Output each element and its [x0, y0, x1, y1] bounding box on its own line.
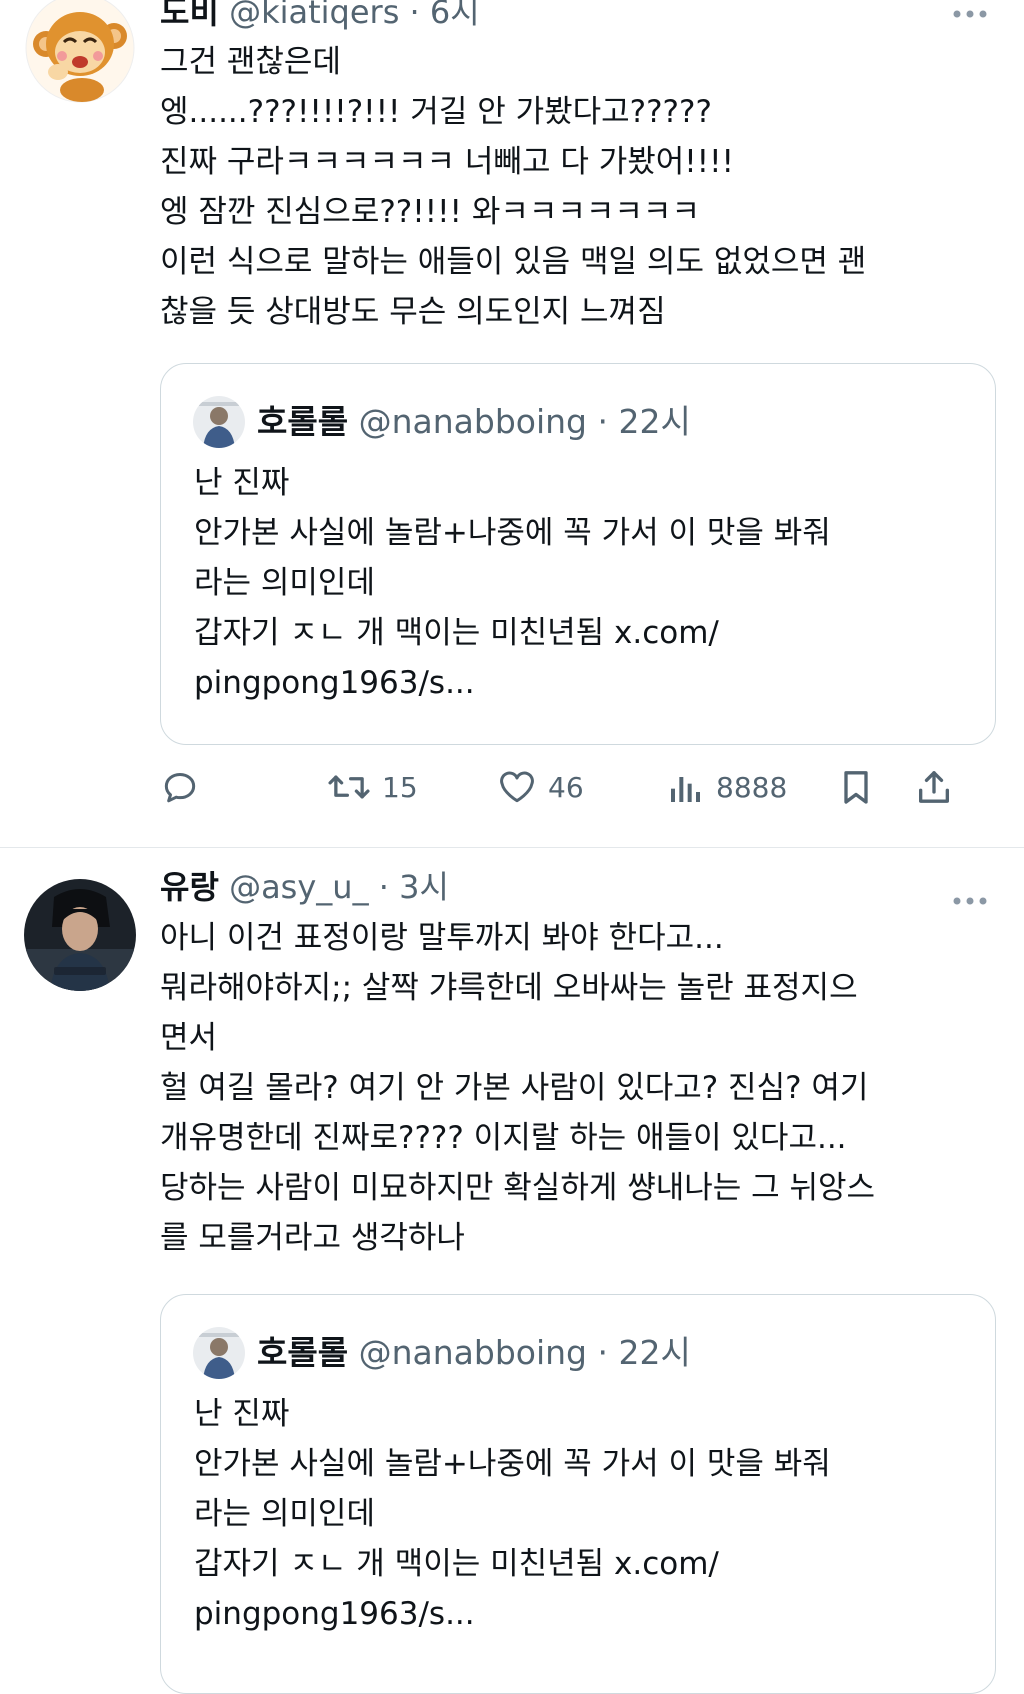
quote-handle: @nanabboing: [358, 1333, 587, 1372]
tweet-text-line: 를 모를거라고 생각하나: [160, 1220, 465, 1256]
more-options-icon[interactable]: [950, 4, 990, 24]
quote-text-line: 안가본 사실에 놀람+나중에 꼭 가서 이 맛을 봐줘: [194, 515, 831, 551]
quote-avatar: [193, 1327, 245, 1379]
views-button[interactable]: 8888: [666, 762, 787, 812]
quote-text-line: 난 진짜: [194, 1396, 290, 1432]
more-options-icon[interactable]: [950, 891, 990, 911]
reply-icon: [164, 773, 196, 803]
tweet-text: 아니 이건 표정이랑 말투까지 봐야 한다고... 뭐라해야하지;; 살짝 갸륵…: [160, 913, 1000, 1263]
tweet[interactable]: 도비 @kiatiqers · 6시 그건 괜찮은데 엥......???!!!…: [0, 0, 1024, 848]
tweet-text-line: 찮을 듯 상대방도 무슨 의도인지 느껴짐: [160, 294, 666, 330]
display-name[interactable]: 도비: [160, 0, 219, 31]
quote-text-line: 갑자기 ㅈㄴ 개 맥이는 미친년됨 x.com/: [194, 615, 719, 651]
tweet-text: 그건 괜찮은데 엥......???!!!!?!!! 거길 안 가봤다고????…: [160, 37, 1000, 337]
quote-text-line: 라는 의미인데: [194, 565, 375, 601]
tweet-actions: 15 46 8888: [160, 762, 1000, 812]
quote-text: 난 진짜 안가본 사실에 놀람+나중에 꼭 가서 이 맛을 봐줘 라는 의미인데…: [194, 458, 831, 708]
retweet-count: 15: [382, 770, 418, 804]
user-handle[interactable]: @asy_u_: [229, 868, 369, 906]
quote-text-line: pingpong1963/s...: [194, 665, 475, 701]
quote-text-line: 안가본 사실에 놀람+나중에 꼭 가서 이 맛을 봐줘: [194, 1446, 831, 1482]
user-handle[interactable]: @kiatiqers: [229, 0, 399, 31]
quoted-tweet[interactable]: 호롤롤 @nanabboing · 22시 난 진짜 안가본 사실에 놀람+나중…: [160, 363, 996, 745]
tweet-header: 도비 @kiatiqers · 6시: [160, 0, 944, 34]
quote-header: 호롤롤 @nanabboing · 22시: [257, 402, 691, 441]
bookmark-icon: [844, 771, 868, 804]
heart-icon: [500, 771, 534, 803]
quote-text-line: 갑자기 ㅈㄴ 개 맥이는 미친년됨 x.com/: [194, 1546, 719, 1582]
tweet-text-line: 그건 괜찮은데: [160, 44, 341, 80]
retweet-icon: [328, 775, 370, 799]
tweet-text-line: 뭐라해야하지;; 살짝 갸륵한데 오바싸는 놀란 표정지으: [160, 970, 858, 1006]
quote-handle: @nanabboing: [358, 402, 587, 441]
tweet-text-line: 헐 여길 몰라? 여기 안 가본 사람이 있다고? 진심? 여기: [160, 1070, 869, 1106]
views-icon: [671, 777, 700, 802]
retweet-button[interactable]: 15: [326, 762, 418, 812]
reply-button[interactable]: [160, 762, 200, 812]
quote-timestamp: 22시: [618, 402, 691, 441]
bookmark-button[interactable]: [836, 762, 876, 812]
tweet-header: 유랑 @asy_u_ · 3시: [160, 868, 449, 906]
like-count: 46: [548, 770, 584, 804]
quote-header: 호롤롤 @nanabboing · 22시: [257, 1333, 691, 1372]
quote-text-line: 라는 의미인데: [194, 1496, 375, 1532]
tweet-text-line: 면서: [160, 1020, 218, 1056]
monkey-avatar[interactable]: [24, 0, 136, 104]
quote-avatar: [193, 396, 245, 448]
share-button[interactable]: [914, 762, 954, 812]
view-count: 8888: [716, 770, 788, 804]
tweet-text-line: 이런 식으로 말하는 애들이 있음 맥일 의도 없었으면 괜: [160, 244, 867, 280]
like-button[interactable]: 46: [496, 762, 584, 812]
quote-timestamp: 22시: [618, 1333, 691, 1372]
tweet[interactable]: 유랑 @asy_u_ · 3시 아니 이건 표정이랑 말투까지 봐야 한다고..…: [0, 849, 1024, 1694]
tweet-text-line: 엥......???!!!!?!!! 거길 안 가봤다고?????: [160, 94, 712, 130]
portrait-avatar[interactable]: [24, 879, 136, 991]
quote-text: 난 진짜 안가본 사실에 놀람+나중에 꼭 가서 이 맛을 봐줘 라는 의미인데…: [194, 1389, 831, 1639]
display-name[interactable]: 유랑: [160, 868, 219, 906]
timestamp[interactable]: 6시: [430, 0, 480, 31]
tweet-text-line: 진짜 구라ㅋㅋㅋㅋㅋㅋ 너빼고 다 가봤어!!!!: [160, 144, 734, 180]
tweet-text-line: 개유명한데 진짜로???? 이지랄 하는 애들이 있다고...: [160, 1120, 847, 1156]
tweet-text-line: 당하는 사람이 미묘하지만 확실하게 썅내나는 그 뉘앙스: [160, 1170, 876, 1206]
quoted-tweet[interactable]: 호롤롤 @nanabboing · 22시 난 진짜 안가본 사실에 놀람+나중…: [160, 1294, 996, 1694]
quote-text-line: 난 진짜: [194, 465, 290, 501]
share-icon: [919, 771, 949, 803]
quote-text-line: pingpong1963/s...: [194, 1596, 475, 1632]
timestamp[interactable]: 3시: [399, 868, 449, 906]
quote-display-name: 호롤롤: [257, 1333, 349, 1372]
quote-display-name: 호롤롤: [257, 402, 349, 441]
tweet-text-line: 엥 잠깐 진심으로??!!!! 와ㅋㅋㅋㅋㅋㅋㅋ: [160, 194, 700, 230]
tweet-divider: [0, 847, 1024, 848]
tweet-text-line: 아니 이건 표정이랑 말투까지 봐야 한다고...: [160, 920, 724, 956]
